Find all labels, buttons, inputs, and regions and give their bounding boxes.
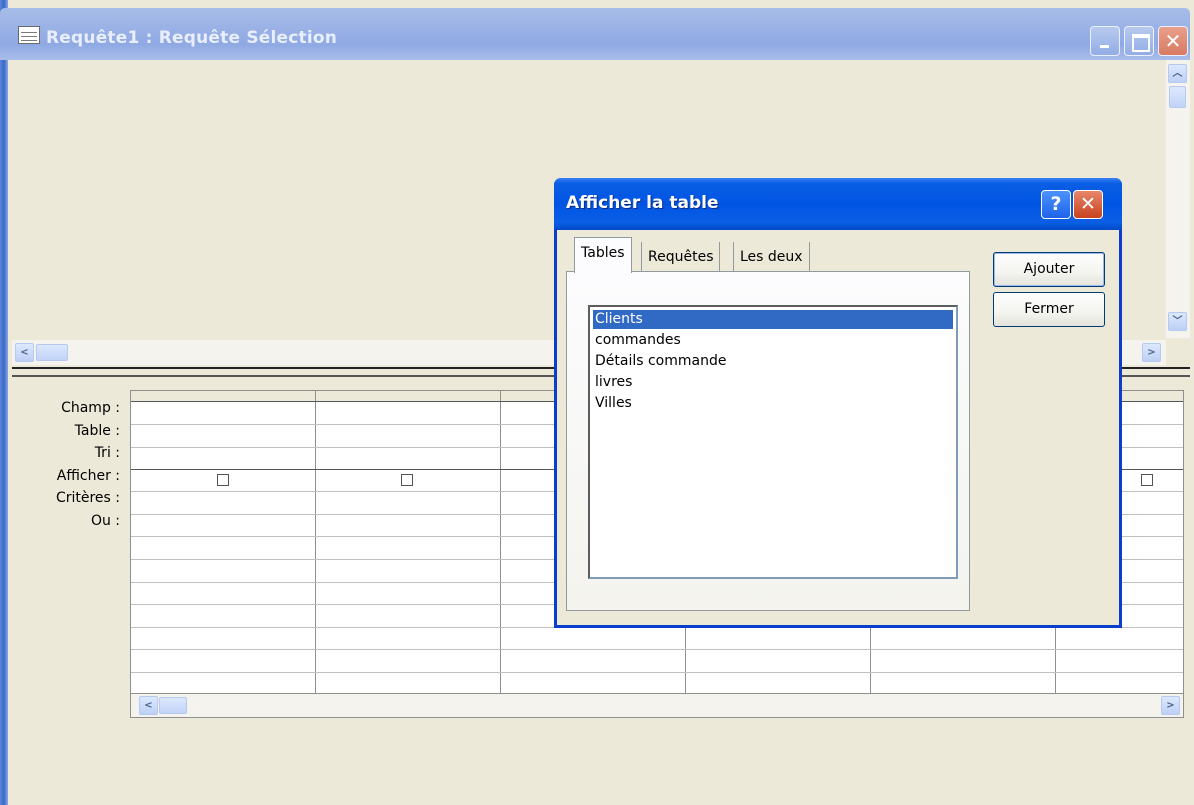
help-icon: ? — [1050, 193, 1062, 215]
grid-scroll-right-button[interactable]: > — [1161, 696, 1180, 715]
column-divider — [315, 391, 316, 693]
window-title: Requête1 : Requête Sélection — [46, 28, 338, 48]
chevron-right-icon: > — [1166, 700, 1175, 711]
grid-scroll-left-button[interactable]: < — [139, 696, 158, 715]
grid-horizontal-scrollbar[interactable]: < > — [130, 694, 1184, 718]
window-border — [0, 0, 8, 805]
dialog-close-button[interactable]: ✕ — [1073, 190, 1103, 219]
list-item[interactable]: Détails commande — [593, 352, 728, 371]
chevron-left-icon: < — [144, 700, 153, 711]
show-checkbox-col6[interactable] — [1141, 474, 1153, 486]
tab-both[interactable]: Les deux — [733, 242, 810, 272]
scroll-left-button[interactable]: < — [15, 343, 34, 362]
column-divider — [500, 391, 501, 693]
scroll-right-button[interactable]: > — [1142, 343, 1161, 362]
vertical-scrollbar[interactable]: ︿ ﹀ — [1166, 60, 1190, 338]
help-button[interactable]: ? — [1041, 190, 1071, 219]
window-title-bar[interactable]: Requête1 : Requête Sélection ✕ — [0, 8, 1190, 60]
dialog-title: Afficher la table — [566, 193, 719, 213]
row-label-table: Table : — [74, 422, 120, 439]
horizontal-scroll-thumb[interactable] — [36, 344, 68, 361]
grid-scroll-thumb[interactable] — [159, 697, 187, 714]
row-label-show: Afficher : — [56, 467, 120, 484]
add-button[interactable]: Ajouter — [993, 252, 1105, 287]
chevron-right-icon: > — [1147, 347, 1156, 358]
close-icon: ✕ — [1164, 29, 1182, 53]
show-checkbox-col2[interactable] — [401, 474, 413, 486]
vertical-scroll-thumb[interactable] — [1169, 86, 1186, 108]
row-divider — [131, 649, 1183, 650]
minimize-button[interactable] — [1090, 26, 1120, 56]
close-window-button[interactable]: ✕ — [1158, 26, 1188, 56]
scroll-up-button[interactable]: ︿ — [1168, 64, 1187, 83]
row-label-or: Ou : — [90, 512, 120, 529]
dialog-title-bar[interactable]: Afficher la table ? ✕ — [554, 178, 1122, 230]
list-item[interactable]: Villes — [593, 394, 634, 413]
chevron-left-icon: < — [20, 347, 29, 358]
row-label-criteria: Critères : — [55, 490, 120, 507]
show-checkbox-col1[interactable] — [217, 474, 229, 486]
chevron-down-icon: ﹀ — [1172, 316, 1183, 327]
table-list[interactable]: Clients commandes Détails commande livre… — [588, 305, 958, 579]
tab-tables[interactable]: Tables — [574, 237, 632, 273]
row-label-field: Champ : — [61, 400, 120, 416]
maximize-button[interactable] — [1124, 26, 1154, 56]
list-item[interactable]: commandes — [593, 331, 683, 350]
close-icon: ✕ — [1080, 193, 1096, 215]
qbe-row-labels: Champ : Table : Tri : Afficher : Critère… — [12, 400, 124, 536]
query-icon — [18, 26, 40, 44]
list-item[interactable]: Clients — [593, 310, 953, 329]
scroll-down-button[interactable]: ﹀ — [1168, 312, 1187, 331]
row-divider — [131, 672, 1183, 673]
chevron-up-icon: ︿ — [1172, 68, 1183, 79]
row-label-sort: Tri : — [94, 445, 120, 462]
tab-queries[interactable]: Requêtes — [641, 242, 721, 272]
close-button[interactable]: Fermer — [993, 292, 1105, 327]
list-item[interactable]: livres — [593, 373, 634, 392]
